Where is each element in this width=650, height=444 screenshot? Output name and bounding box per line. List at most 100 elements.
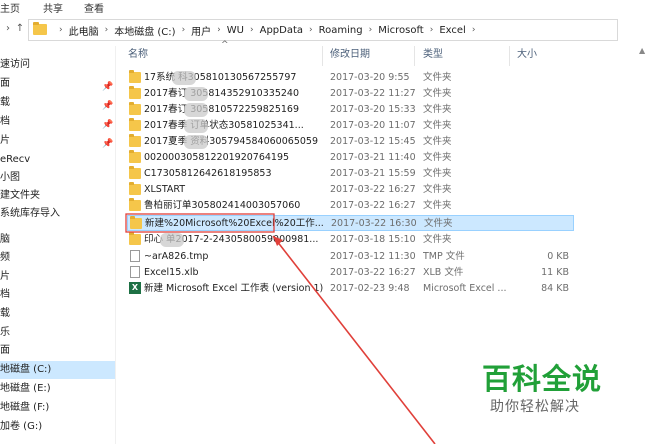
- table-row[interactable]: XLSTART 2017-03-22 16:27 文件夹: [127, 182, 574, 198]
- tab-home[interactable]: 主页: [0, 0, 20, 15]
- nav-item-drive-c[interactable]: 地磁盘 (C:): [0, 361, 115, 379]
- crumb-users[interactable]: 用户: [191, 23, 211, 38]
- file-size: [513, 118, 569, 134]
- chevron-right-icon: ›: [104, 25, 109, 35]
- file-date: 2017-03-20 9:55: [330, 72, 410, 83]
- table-row[interactable]: 鲁柏丽订单305802414003057060 2017-03-22 16:27…: [127, 198, 574, 214]
- pin-icon: 📌: [102, 139, 114, 149]
- nav-item-label: 速访问: [0, 59, 30, 70]
- file-name: 00200030581220192076419​5: [144, 152, 290, 163]
- nav-item-downloads[interactable]: 载 📌: [0, 94, 115, 112]
- nav-item-drive-e[interactable]: 地磁盘 (E:): [0, 380, 115, 398]
- file-type: 文件夹: [423, 168, 452, 179]
- file-icon: [130, 250, 140, 262]
- table-row-selected[interactable]: 新建%20Microsoft%20Excel%20工作... 2017-03-2…: [127, 215, 574, 231]
- file-type: Microsoft Excel ...: [423, 283, 507, 294]
- file-date: 2017-03-21 11:40: [330, 152, 416, 163]
- crumb-microsoft[interactable]: Microsoft: [378, 25, 424, 36]
- nav-item-drive-g[interactable]: 加卷 (G:): [0, 418, 115, 436]
- table-row[interactable]: 00200030581220192076419​5 2017-03-21 11:…: [127, 150, 574, 166]
- folder-icon: [129, 198, 141, 211]
- column-header-name[interactable]: 名称: [128, 46, 148, 64]
- nav-item-quick-access[interactable]: 速访问: [0, 56, 115, 74]
- nav-item-videos[interactable]: 频: [0, 249, 115, 267]
- table-row[interactable]: 印心 单2017-2-2430580059000981... 2017-03-1…: [127, 232, 574, 248]
- nav-item-music[interactable]: 乐: [0, 324, 115, 342]
- file-size: [513, 232, 569, 248]
- chevron-right-icon: ›: [471, 25, 476, 35]
- crumb-roaming[interactable]: Roaming: [319, 25, 363, 36]
- sort-ascending-icon: ^: [221, 40, 229, 50]
- nav-item-pictures[interactable]: 片 📌: [0, 132, 115, 150]
- file-type: 文件夹: [423, 88, 452, 99]
- chevron-right-icon: ›: [250, 25, 254, 35]
- nav-item-this-pc[interactable]: 脑: [0, 231, 115, 249]
- file-icon: [130, 266, 140, 278]
- column-divider[interactable]: [414, 46, 415, 66]
- file-date: 2017-03-12 11:30: [330, 251, 416, 262]
- nav-item-desktop-pc[interactable]: 面: [0, 342, 115, 360]
- column-header-modified[interactable]: 修改日期: [330, 46, 370, 64]
- file-type: 文件夹: [423, 184, 452, 195]
- nav-item-label: 档: [0, 116, 10, 127]
- file-type: 文件夹: [423, 152, 452, 163]
- nav-item-label: 地磁盘 (C:): [0, 364, 52, 375]
- file-type: 文件夹: [423, 72, 452, 83]
- column-divider[interactable]: [322, 46, 323, 66]
- nav-item-recv[interactable]: eRecv: [0, 151, 115, 169]
- nav-item-label: 载: [0, 97, 10, 108]
- table-row[interactable]: 2017春订 305810572259825169 2017-03-20 15:…: [127, 102, 574, 118]
- chevron-right-icon: ›: [59, 25, 63, 35]
- table-row[interactable]: 2017春季 订单状态30581025341... 2017-03-20 11:…: [127, 118, 574, 134]
- file-type: TMP 文件: [423, 251, 465, 262]
- column-divider[interactable]: [509, 46, 510, 66]
- scroll-up-icon[interactable]: ▲: [639, 46, 645, 55]
- nav-item-label: 地磁盘 (E:): [0, 383, 51, 394]
- table-row[interactable]: Excel15.xlb 2017-03-22 16:27 XLB 文件 11 K…: [127, 265, 574, 281]
- tab-share[interactable]: 共享: [43, 0, 63, 15]
- chevron-right-icon: ›: [309, 25, 313, 35]
- file-date: 2017-03-21 15:59: [330, 168, 416, 179]
- table-row[interactable]: 2017春订 305814352910335240 2017-03-22 11:…: [127, 86, 574, 102]
- nav-item-desktop[interactable]: 面 📌: [0, 75, 115, 93]
- nav-item-label: 面: [0, 345, 10, 356]
- table-row[interactable]: 2017夏季 资料305794584060065059 2017-03-12 1…: [127, 134, 574, 150]
- file-name: 2017夏季 资料305794584060065059: [144, 136, 318, 147]
- file-name: 新建 Microsoft Excel 工作表 (version 1): [144, 283, 324, 294]
- chevron-right-icon: ›: [429, 25, 434, 35]
- nav-item-documents[interactable]: 档 📌: [0, 113, 115, 131]
- file-date: 2017-03-22 16:27: [330, 200, 416, 211]
- nav-item-inventory[interactable]: 系统库存导入: [0, 205, 115, 223]
- file-size: [513, 134, 569, 150]
- nav-item-pictures-pc[interactable]: 片: [0, 268, 115, 286]
- table-row[interactable]: C17305812642618195853 2017-03-21 15:59 文…: [127, 166, 574, 182]
- table-row[interactable]: 17系统 科305810130567255797 2017-03-20 9:55…: [127, 70, 574, 86]
- file-size: 84 KB: [541, 283, 569, 294]
- file-date: 2017-03-20 11:07: [330, 120, 416, 131]
- tab-view[interactable]: 查看: [84, 0, 104, 15]
- back-arrow-icon[interactable]: ›: [2, 22, 14, 36]
- crumb-this-pc[interactable]: 此电脑: [69, 23, 99, 38]
- table-row[interactable]: ~arA826.tmp 2017-03-12 11:30 TMP 文件 0 KB: [127, 249, 574, 265]
- address-bar[interactable]: › 此电脑 › 本地磁盘 (C:) › 用户 › WU › AppData › …: [28, 19, 618, 41]
- column-header-size[interactable]: 大小: [517, 46, 537, 64]
- nav-item-label: 载: [0, 308, 10, 319]
- nav-item-documents-pc[interactable]: 档: [0, 286, 115, 304]
- file-size: [513, 86, 569, 102]
- table-row[interactable]: X 新建 Microsoft Excel 工作表 (version 1) 201…: [127, 281, 574, 297]
- crumb-excel[interactable]: Excel: [439, 25, 466, 36]
- crumb-wu[interactable]: WU: [227, 25, 244, 36]
- file-name: Excel15.xlb: [144, 267, 199, 278]
- vertical-scrollbar[interactable]: ▲: [639, 46, 648, 444]
- up-arrow-icon[interactable]: ↑: [14, 22, 26, 36]
- watermark-subtitle: 助你轻松解决: [490, 399, 580, 415]
- crumb-appdata[interactable]: AppData: [260, 25, 303, 36]
- folder-icon: [129, 182, 141, 195]
- nav-item-drive-f[interactable]: 地磁盘 (F:): [0, 399, 115, 417]
- nav-item-label: 脑: [0, 234, 10, 245]
- column-header-type[interactable]: 类型: [423, 46, 443, 64]
- nav-item-small-pics[interactable]: 小图: [0, 169, 115, 187]
- crumb-local-disk-c[interactable]: 本地磁盘 (C:): [114, 23, 175, 38]
- nav-item-downloads-pc[interactable]: 载: [0, 305, 115, 323]
- nav-item-new-folder[interactable]: 建文件夹: [0, 187, 115, 205]
